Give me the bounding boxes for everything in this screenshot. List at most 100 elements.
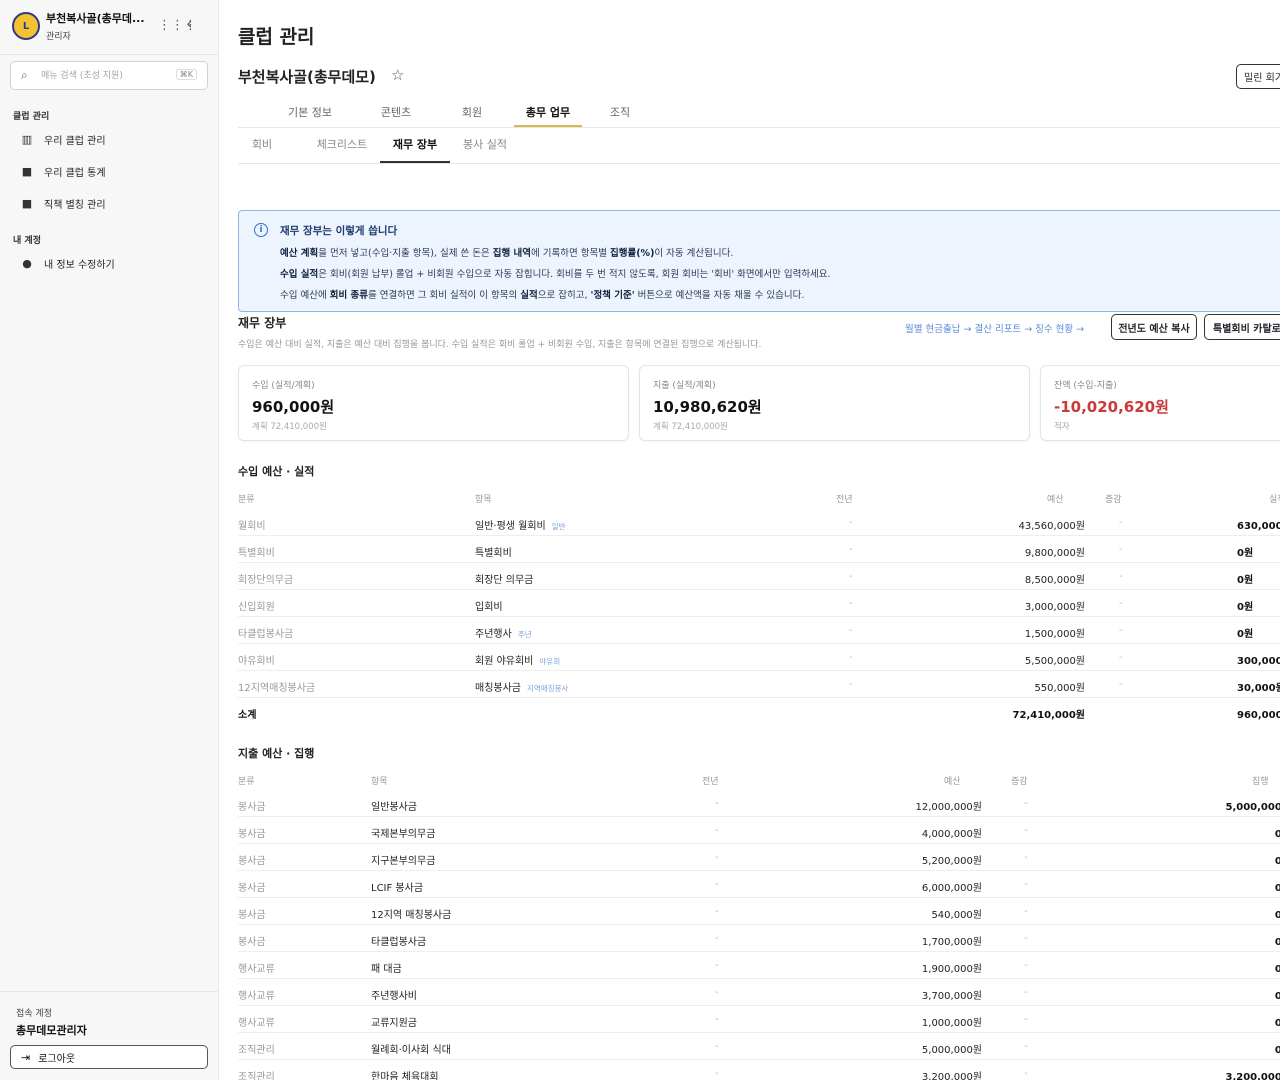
row-item: 패 대금 [371,964,402,975]
row-item: 매칭봉사금 지역매칭봉사 [475,679,568,694]
sidebar-item-label: 직책 별칭 관리 [44,199,106,211]
table-row: 조직관리 월례회·이사회 식대 - 5,000,000원 - 0원 [238,1033,1280,1060]
subtab-service-record[interactable]: 봉사 실적 [456,136,514,163]
table-row: 타클럽봉사금 주년행사 주년 - 1,500,000원 - 0원 [238,617,1280,644]
row-change: - [1024,852,1028,863]
sidebar: L 부천복사골(총무데... 관리자 ⋮⋮⋮ ‹ ⌕ ⌘K 클럽 관리 ▥ 우리… [0,0,219,1080]
row-actual: 30,000원 [1237,683,1280,694]
table-row: 12지역매칭봉사금 매칭봉사금 지역매칭봉사 - 550,000원 - 30,000원 [238,671,1280,698]
menu-search[interactable]: ⌕ ⌘K [10,61,208,90]
row-item-label: 매칭봉사금 [475,683,521,694]
sidebar-item-club-stats[interactable]: ■ 우리 클럽 통계 [20,160,210,182]
row-change: - [1119,598,1123,609]
row-item-label: 입회비 [475,602,503,613]
row-prev: - [715,906,719,917]
row-budget: 1,500,000원 [1024,629,1085,640]
logout-button[interactable]: ⇥ 로그아웃 [10,1045,208,1069]
user-role: 관리자 [46,32,71,42]
info-line-1: 예산 계획을 먼저 넣고(수입·지출 항목), 실제 쓴 돈은 집행 내역에 기… [280,248,734,259]
row-prev: - [715,960,719,971]
sidebar-item-our-club[interactable]: ▥ 우리 클럽 관리 [20,128,210,150]
row-prev: - [849,652,853,663]
ledger-subtitle: 수입은 예산 대비 실적, 지출은 예산 대비 집행을 봅니다. 수입 실적은 … [238,340,762,350]
row-item: 지구본부의무금 [371,856,436,867]
row-change: - [1024,987,1028,998]
row-actual: 0원 [1274,1018,1280,1029]
row-change: - [1024,933,1028,944]
subtab-dues[interactable]: 회비 [242,136,282,163]
dues-type-tag: 일반 [551,522,566,531]
row-prev: - [715,852,719,863]
main-content: 클럽 관리 부천복사골(총무데모) ☆ 밀린 회기 기본 정보 콘텐츠 회원 총… [219,0,1280,1080]
total-actual: 960,000원 [1237,710,1280,721]
col-header-change: 증감 [1011,777,1028,787]
table-row: 행사교류 패 대금 - 1,900,000원 - 0원 [238,952,1280,979]
row-prev: - [715,879,719,890]
row-budget: 1,900,000원 [921,964,982,975]
row-budget: 8,500,000원 [1024,575,1085,586]
logout-label: 로그아웃 [38,1053,76,1065]
info-icon: i [254,223,268,237]
row-change: - [1024,1068,1028,1079]
subtab-finance-ledger[interactable]: 재무 장부 [380,136,450,163]
special-dues-catalog-button[interactable]: 특별회비 카탈로그 [1204,314,1280,340]
row-actual: 0원 [1274,910,1280,921]
table-row: 봉사금 LCIF 봉사금 - 6,000,000원 - 0원 [238,871,1280,898]
row-change: - [1024,798,1028,809]
row-item: 입회비 [475,598,503,613]
sidebar-item-edit-profile[interactable]: ● 내 정보 수정하기 [20,252,210,274]
row-item: 12지역 매칭봉사금 [371,910,452,921]
row-item: 국제본부의무금 [371,829,436,840]
row-category: 행사교류 [238,991,275,1002]
row-budget: 1,700,000원 [921,937,982,948]
tab-basic-info[interactable]: 기본 정보 [280,104,340,127]
sidebar-item-label: 우리 클럽 관리 [44,135,106,147]
card-label: 지출 (실적/계획) [653,381,716,391]
row-actual: 5,000,000원 [1225,802,1280,813]
subtab-checklist[interactable]: 체크리스트 [304,136,380,163]
club-title: 부천복사골(총무데모) [238,68,376,86]
sidebar-item-label: 내 정보 수정하기 [44,259,115,271]
account-label: 접속 계정 [16,1009,52,1019]
row-actual: 0원 [1274,883,1280,894]
row-change: - [1119,517,1123,528]
row-budget: 5,200,000원 [921,856,982,867]
row-actual: 630,000원 [1237,521,1280,532]
row-actual: 0원 [1237,629,1254,640]
sidebar-item-title-alias[interactable]: ■ 직책 별칭 관리 [20,192,210,214]
collapse-sidebar-icon[interactable]: ‹ [186,14,192,33]
row-item-label: 주년행사 [475,629,512,640]
expense-table-title: 지출 예산 · 집행 [238,747,315,760]
search-icon: ⌕ [21,68,28,82]
card-footnote: 계획 72,410,000원 [653,422,728,432]
row-change: - [1119,652,1123,663]
col-header-prev: 전년 [836,495,853,505]
row-budget: 540,000원 [931,910,982,921]
row-prev: - [849,571,853,582]
row-category: 봉사금 [238,910,266,921]
report-links[interactable]: 월별 현금출납 → 결산 리포트 → 징수 현황 → [905,321,1084,335]
favorite-star-icon[interactable]: ☆ [391,66,404,84]
row-item-label: 회장단 의무금 [475,575,534,586]
overdue-meetings-button[interactable]: 밀린 회기 [1236,64,1280,89]
table-row: 행사교류 교류지원금 - 1,000,000원 - 0원 [238,1006,1280,1033]
row-item-label: 일반·평생 월회비 [475,521,546,532]
balance-summary-card: 잔액 (수입-지출) -10,020,620원 적자 [1040,365,1280,441]
menu-search-input[interactable] [41,67,176,85]
col-header-item: 항목 [475,495,492,505]
dues-type-tag: 지역매칭봉사 [527,684,569,693]
tab-contents[interactable]: 콘텐츠 [368,104,424,127]
card-value: 10,980,620원 [653,398,762,416]
tab-general-affairs[interactable]: 총무 업무 [514,104,582,127]
tab-members[interactable]: 회원 [452,104,492,127]
copy-previous-budget-button[interactable]: 전년도 예산 복사 [1111,314,1197,340]
table-row: 월회비 일반·평생 월회비 일반 - 43,560,000원 - 630,000원 [238,509,1280,536]
row-category: 조직관리 [238,1045,275,1056]
row-item: 일반봉사금 [371,802,417,813]
table-row: 회장단의무금 회장단 의무금 - 8,500,000원 - 0원 [238,563,1280,590]
row-change: - [1119,625,1123,636]
total-label: 소계 [238,710,257,721]
card-label: 잔액 (수입-지출) [1054,381,1117,391]
tab-organization[interactable]: 조직 [600,104,640,127]
row-category: 봉사금 [238,856,266,867]
